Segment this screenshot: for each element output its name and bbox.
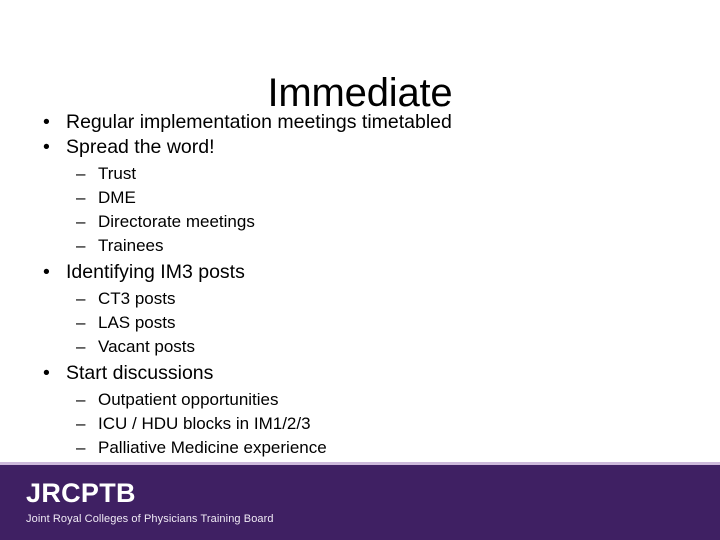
list-item-label: ICU / HDU blocks in IM1/2/3: [98, 414, 311, 433]
bullet-dot-icon: •: [43, 362, 50, 384]
list-item: – Outpatient opportunities: [0, 388, 720, 412]
bullet-dash-icon: –: [76, 337, 86, 356]
bullet-dash-icon: –: [76, 414, 86, 433]
list-item-label: DME: [98, 188, 136, 207]
bullet-group-1: • Regular implementation meetings timeta…: [0, 110, 720, 258]
bullet-dash-icon: –: [76, 164, 86, 183]
list-item-label: Spread the word!: [66, 136, 215, 158]
list-item: – Vacant posts: [0, 335, 720, 359]
bullet-group-2: • Identifying IM3 posts – CT3 posts – LA…: [0, 260, 720, 359]
list-item: – Trainees: [0, 234, 720, 258]
bullet-dot-icon: •: [43, 136, 50, 158]
list-item: • Start discussions: [0, 361, 720, 386]
bullet-group-3: • Start discussions – Outpatient opportu…: [0, 361, 720, 460]
bullet-dash-icon: –: [76, 236, 86, 255]
list-item-label: LAS posts: [98, 313, 176, 332]
list-item: – LAS posts: [0, 311, 720, 335]
list-item: • Regular implementation meetings timeta…: [0, 110, 720, 135]
list-item-label: CT3 posts: [98, 289, 176, 308]
list-item-label: Start discussions: [66, 362, 214, 384]
bullet-dash-icon: –: [76, 313, 86, 332]
logo-wordmark: JRCPTB: [26, 478, 136, 508]
logo-subtitle: Joint Royal Colleges of Physicians Train…: [26, 513, 274, 525]
list-item-label: Trainees: [98, 236, 164, 255]
bullet-dash-icon: –: [76, 289, 86, 308]
bullet-dot-icon: •: [43, 261, 50, 283]
bullet-dash-icon: –: [76, 212, 86, 231]
list-item: – Directorate meetings: [0, 210, 720, 234]
list-item: • Spread the word!: [0, 135, 720, 160]
jrcptb-logo: JRCPTB Joint Royal Colleges of Physician…: [26, 478, 274, 526]
bullet-dash-icon: –: [76, 188, 86, 207]
list-item-label: Identifying IM3 posts: [66, 261, 245, 283]
list-item-label: Palliative Medicine experience: [98, 438, 327, 457]
bullet-dot-icon: •: [43, 111, 50, 133]
list-item: • Identifying IM3 posts: [0, 260, 720, 285]
list-item: – CT3 posts: [0, 287, 720, 311]
list-item-label: Trust: [98, 164, 137, 183]
bullet-dash-icon: –: [76, 438, 86, 457]
list-item-label: Vacant posts: [98, 337, 196, 356]
bullet-dash-icon: –: [76, 390, 86, 409]
list-item: – ICU / HDU blocks in IM1/2/3: [0, 412, 720, 436]
list-item: – Palliative Medicine experience: [0, 436, 720, 460]
slide: Immediate • Regular implementation meeti…: [0, 0, 720, 540]
list-item-label: Regular implementation meetings timetabl…: [66, 111, 452, 133]
list-item-label: Outpatient opportunities: [98, 390, 279, 409]
footer-bar: JRCPTB Joint Royal Colleges of Physician…: [0, 465, 720, 540]
list-item: – DME: [0, 186, 720, 210]
slide-body: • Regular implementation meetings timeta…: [0, 110, 720, 460]
list-item-label: Directorate meetings: [98, 212, 255, 231]
list-item: – Trust: [0, 162, 720, 186]
